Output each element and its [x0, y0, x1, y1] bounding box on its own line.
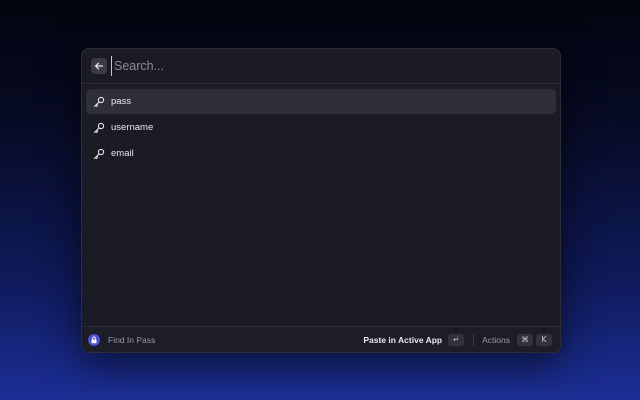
search-bar [82, 49, 560, 84]
key-icon [92, 121, 106, 135]
key-icon [92, 95, 106, 109]
list-item-username[interactable]: username [86, 115, 556, 140]
list-item-pass[interactable]: pass [86, 89, 556, 114]
list-item-label: email [111, 148, 134, 159]
k-key-shortcut: K [536, 333, 552, 346]
list-item-label: username [111, 122, 154, 133]
lock-icon [88, 333, 100, 346]
search-input[interactable] [111, 56, 560, 76]
key-icon [92, 147, 106, 161]
paste-in-active-app-button[interactable]: Paste in Active App [363, 335, 442, 345]
extension-title: Find In Pass [108, 334, 156, 345]
divider [473, 333, 475, 346]
back-button[interactable] [91, 58, 107, 74]
list-item-label: pass [111, 96, 132, 107]
actions-button[interactable]: Actions [482, 335, 510, 345]
launcher-window: pass username email [81, 48, 561, 353]
results-list: pass username email [86, 89, 556, 167]
list-item-email[interactable]: email [86, 141, 556, 166]
action-bar: Find In Pass Paste in Active App ↵ Actio… [82, 326, 560, 352]
command-key-shortcut: ⌘ [517, 333, 533, 346]
return-key-shortcut: ↵ [448, 333, 465, 346]
arrow-left-icon [94, 62, 104, 70]
